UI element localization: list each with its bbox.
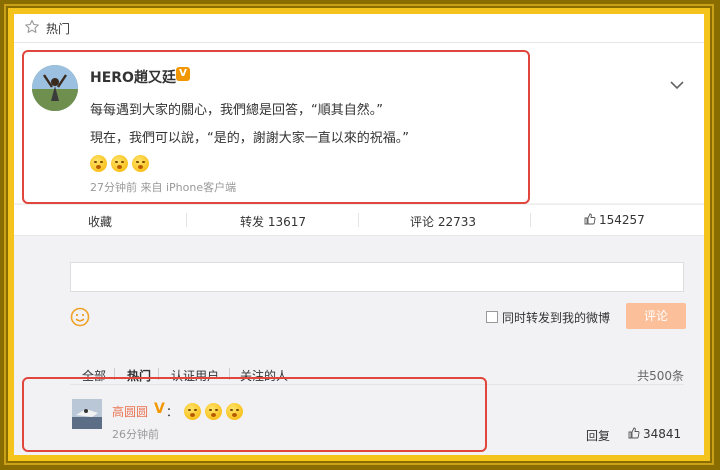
author-avatar[interactable] — [32, 65, 78, 111]
emoji-icon — [111, 155, 128, 172]
emoji-icon — [90, 155, 107, 172]
avatar-photo-icon — [32, 65, 78, 111]
comment-time: 26分钟前 — [112, 428, 159, 441]
comment-emojis — [184, 401, 247, 420]
verified-v-icon: V — [154, 401, 165, 417]
thumbs-up-icon — [584, 213, 596, 225]
chevron-down-icon[interactable] — [670, 80, 684, 90]
hot-label: 热门 — [46, 22, 71, 36]
post-emojis — [90, 153, 153, 172]
post-text-line-2: 現在，我們可以說，“是的，謝謝大家一直以來的祝福。” — [90, 131, 409, 146]
like-button[interactable]: 154257 — [584, 213, 645, 227]
sync-label: 同时转发到我的微博 — [502, 311, 611, 325]
emoji-icon — [205, 403, 222, 420]
divider — [229, 368, 230, 380]
star-icon — [25, 19, 39, 33]
submit-comment-button[interactable]: 评论 — [626, 303, 686, 329]
sync-checkbox[interactable] — [486, 311, 498, 323]
comment-like-count: 34841 — [643, 427, 682, 441]
comment-button[interactable]: 评论 22733 — [410, 213, 476, 230]
divider — [70, 384, 684, 385]
divider — [530, 213, 531, 227]
comment-filters: 全部 热门 认证用户 关注的人 共500条 — [70, 364, 684, 386]
author-name[interactable]: HERO趙又廷 — [90, 67, 176, 87]
comment-item: 高圆圆 V ： 26分钟前 回复 34841 — [14, 392, 704, 455]
comment-like-button[interactable]: 34841 — [628, 427, 681, 441]
divider — [186, 213, 187, 227]
weibo-post: HERO趙又廷 V 每每遇到大家的關心，我們總是回答，“順其自然。” 現在，我們… — [14, 43, 704, 203]
post-text-line-1: 每每遇到大家的關心，我們總是回答，“順其自然。” — [90, 103, 383, 118]
divider — [158, 368, 159, 380]
filter-verified[interactable]: 认证用户 — [171, 367, 219, 384]
divider — [114, 368, 115, 380]
commenter-avatar[interactable] — [72, 399, 102, 429]
repost-button[interactable]: 转发 13617 — [240, 213, 306, 230]
emoji-icon — [226, 403, 243, 420]
comment-total: 共500条 — [637, 369, 684, 383]
thumbs-up-icon — [628, 427, 640, 439]
verified-badge-icon: V — [176, 67, 190, 81]
smiley-icon[interactable] — [70, 307, 90, 327]
weibo-card: 热门 HERO趙又廷 V 每每遇到大家的關心，我們總是回答，“順其自然。” 現在… — [14, 14, 704, 455]
sync-repost-option[interactable]: 同时转发到我的微博 — [486, 309, 610, 326]
hot-header: 热门 — [14, 14, 704, 43]
divider — [358, 213, 359, 227]
emoji-icon — [184, 403, 201, 420]
comment-colon: ： — [166, 405, 179, 419]
post-actions: 收藏 转发 13617 评论 22733 154257 — [14, 204, 704, 236]
commenter-name[interactable]: 高圆圆 — [112, 403, 148, 420]
avatar-photo-icon — [72, 399, 102, 429]
like-count: 154257 — [599, 213, 645, 227]
reply-button[interactable]: 回复 — [586, 427, 610, 444]
filter-all[interactable]: 全部 — [82, 367, 106, 384]
favorite-button[interactable]: 收藏 — [88, 213, 112, 230]
filter-following[interactable]: 关注的人 — [240, 367, 288, 384]
filter-hot[interactable]: 热门 — [127, 367, 151, 384]
emoji-icon — [132, 155, 149, 172]
post-meta: 27分钟前 来自 iPhone客户端 — [90, 181, 237, 194]
comment-input[interactable] — [70, 262, 684, 292]
